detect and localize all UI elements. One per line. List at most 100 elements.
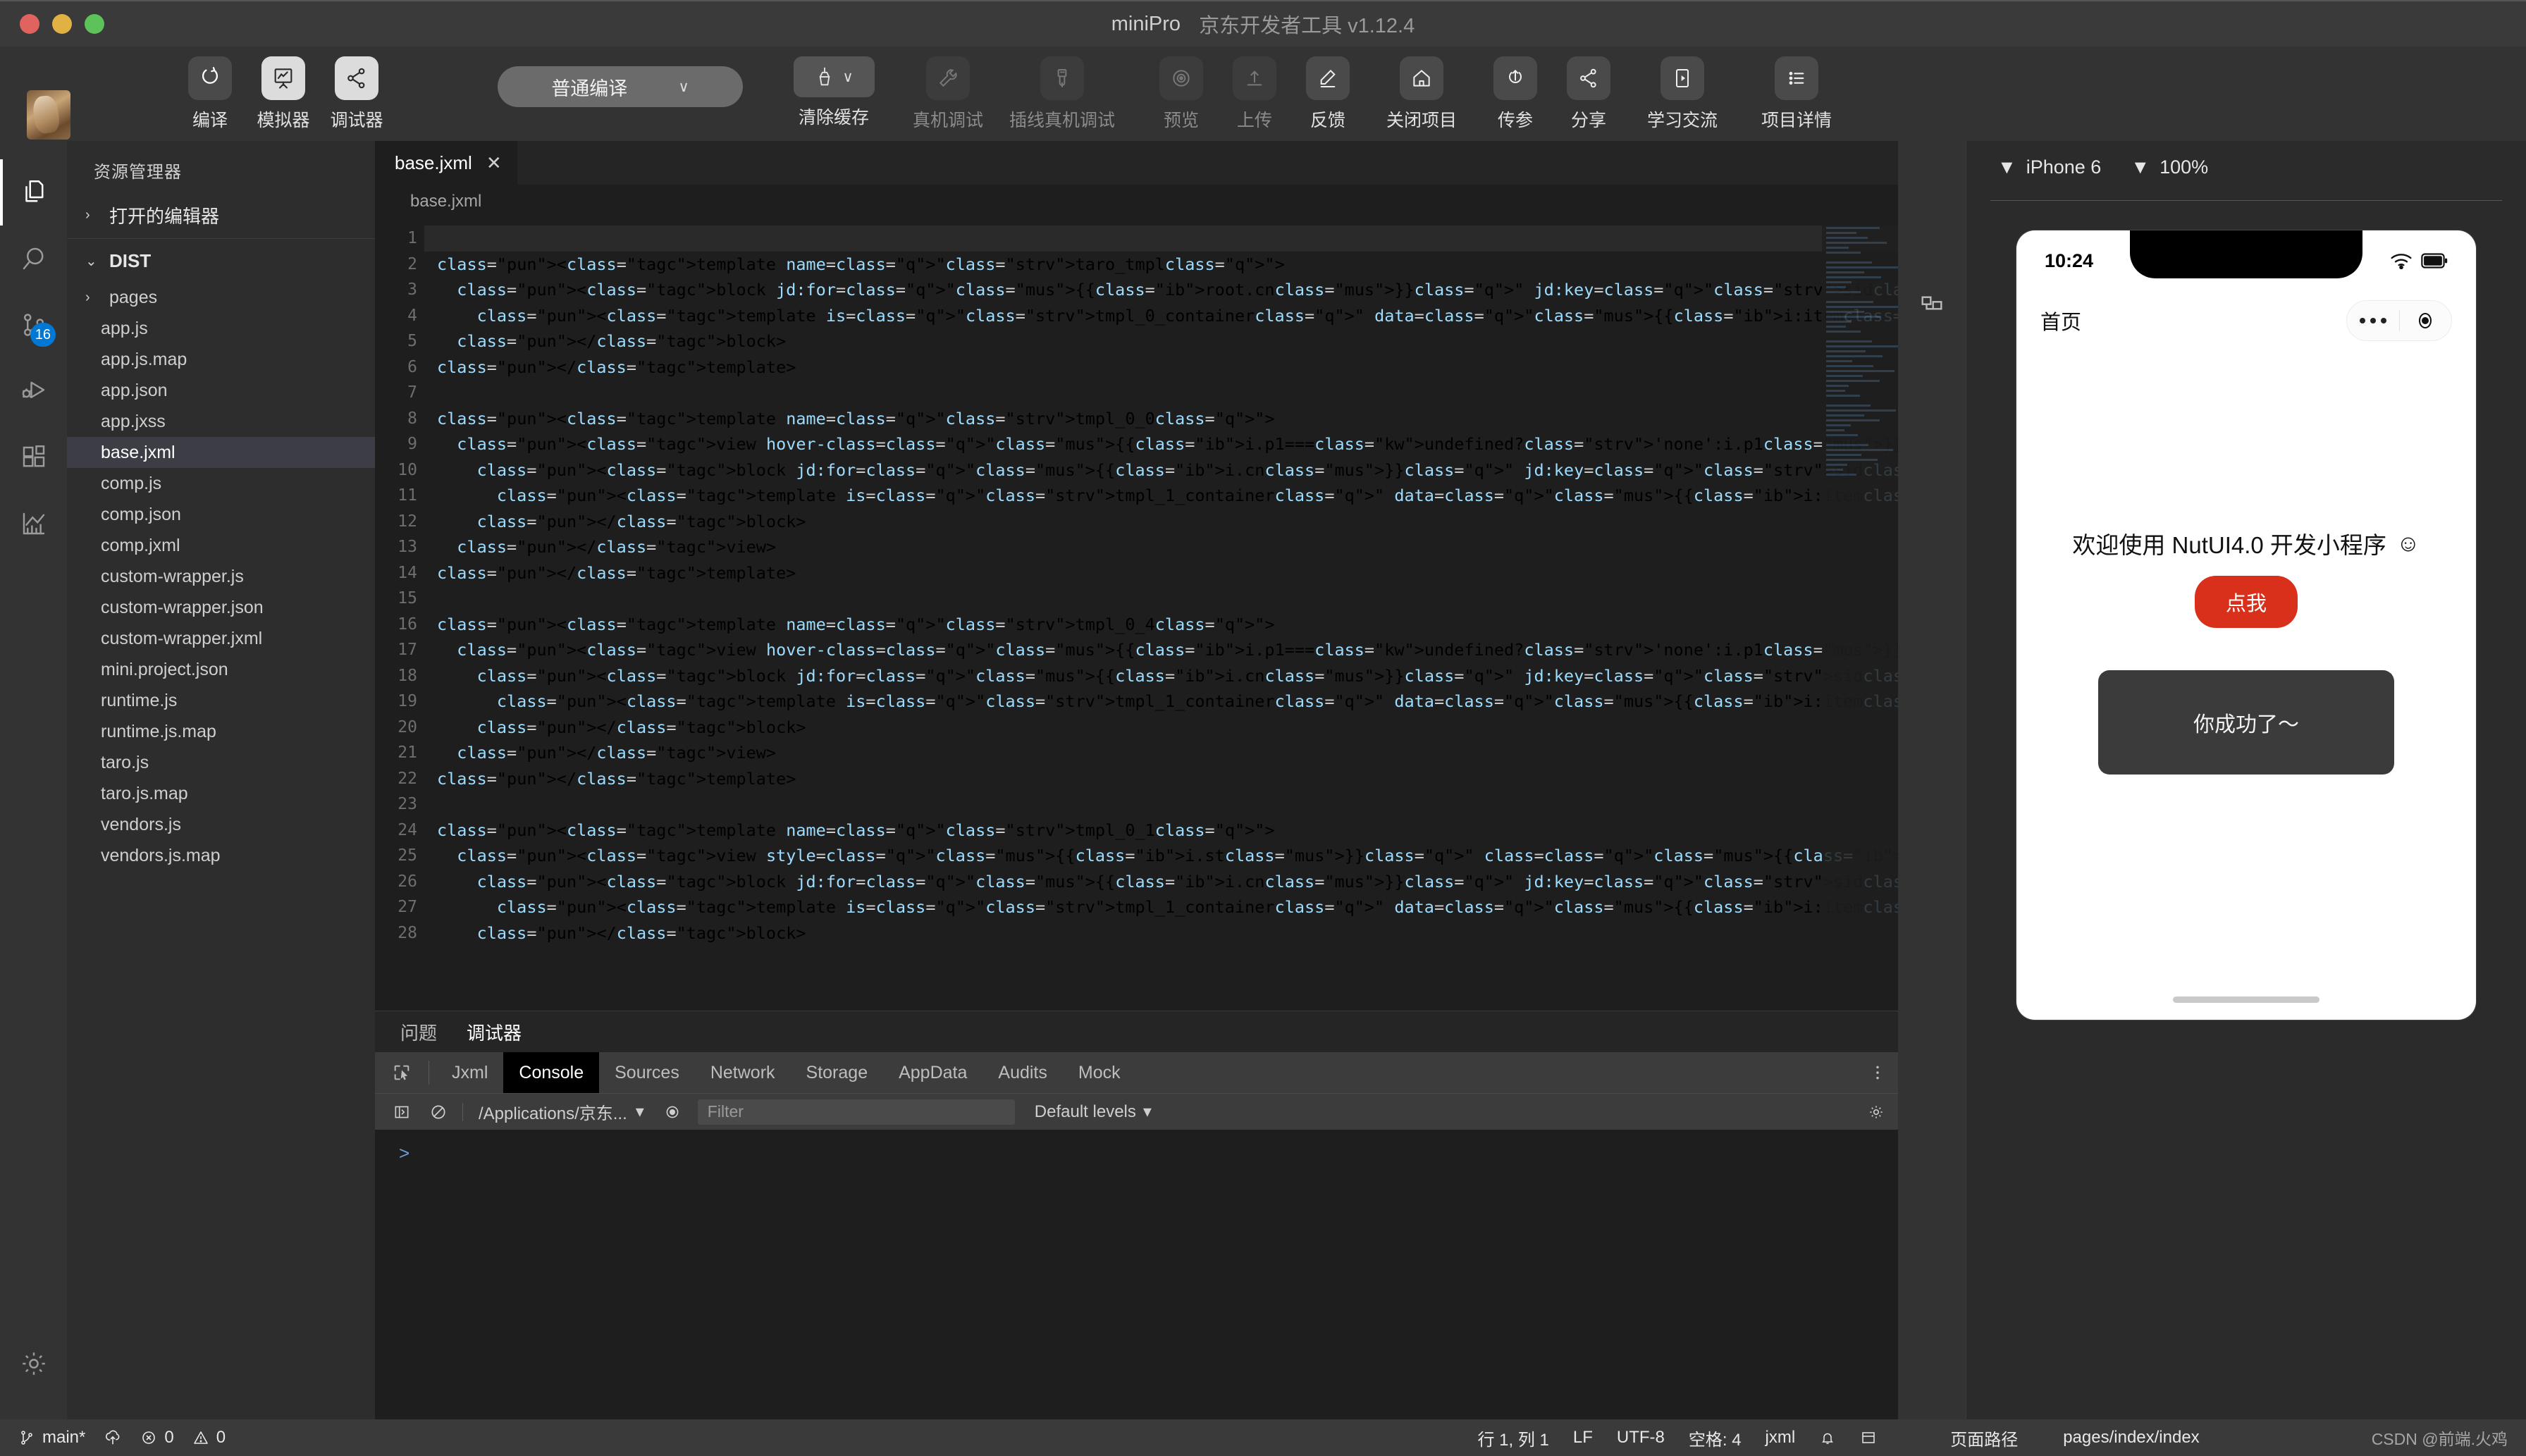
devtools-tab-audits[interactable]: Audits: [982, 1052, 1062, 1093]
code-line[interactable]: class="pun"></class="tagc">view>: [424, 534, 1898, 560]
code-line[interactable]: class="pun"><class="tagc">template is=cl…: [424, 894, 1898, 920]
status-warnings[interactable]: 0: [192, 1428, 226, 1448]
status-page-path[interactable]: pages/index/index: [2063, 1428, 2199, 1448]
code-line[interactable]: class="pun"><class="tagc">block jd:for=c…: [424, 663, 1898, 689]
activity-item-chart[interactable]: [0, 491, 67, 557]
feedback-button[interactable]: 反馈: [1295, 56, 1360, 132]
console-settings-button[interactable]: [1867, 1103, 1898, 1121]
file-tree-item[interactable]: runtime.js: [67, 685, 375, 716]
file-tree-item[interactable]: app.json: [67, 375, 375, 406]
debugger-button[interactable]: 调试器: [324, 56, 389, 132]
devtools-tab-network[interactable]: Network: [695, 1052, 791, 1093]
breadcrumb[interactable]: base.jxml: [375, 185, 1898, 218]
close-icon[interactable]: ✕: [486, 152, 502, 174]
activity-item-source-control[interactable]: 16: [0, 292, 67, 358]
minimize-window-button[interactable]: [52, 14, 72, 34]
clear-cache-button[interactable]: ∨ 清除缓存: [781, 56, 887, 129]
file-tree-item[interactable]: vendors.js.map: [67, 840, 375, 871]
layers-icon[interactable]: [1918, 289, 1946, 317]
activity-item-search[interactable]: [0, 226, 67, 292]
code-line[interactable]: class="pun"><class="tagc">template name=…: [424, 818, 1898, 844]
devtools-tab-console[interactable]: Console: [503, 1052, 600, 1093]
devtools-tab-appdata[interactable]: AppData: [883, 1052, 982, 1093]
devtools-tab-mock[interactable]: Mock: [1063, 1052, 1136, 1093]
code-line[interactable]: class="pun"><class="tagc">template name=…: [424, 252, 1898, 278]
code-line[interactable]: class="pun"><class="tagc">block jd:for=c…: [424, 869, 1898, 895]
devtools-more-button[interactable]: [1868, 1052, 1898, 1093]
learn-button[interactable]: 学习交流: [1629, 56, 1735, 132]
file-tree-item[interactable]: vendors.js: [67, 809, 375, 840]
panel-toggle-icon[interactable]: [383, 1103, 420, 1121]
status-notifications[interactable]: [1819, 1429, 1836, 1446]
code-line[interactable]: class="pun"><class="tagc">template is=cl…: [424, 689, 1898, 715]
status-eol[interactable]: LF: [1573, 1428, 1593, 1448]
target-icon[interactable]: [2400, 310, 2452, 331]
panel-tab-problems[interactable]: 问题: [400, 1019, 437, 1045]
file-tree-folder[interactable]: › pages: [67, 282, 375, 313]
minimap[interactable]: [1822, 218, 1898, 1011]
file-tree-item[interactable]: base.jxml: [67, 437, 375, 468]
code-line[interactable]: class="pun"><class="tagc">block jd:for=c…: [424, 277, 1898, 303]
status-cursor-position[interactable]: 行 1, 列 1: [1477, 1426, 1548, 1450]
avatar[interactable]: [27, 90, 70, 140]
inspect-cursor-icon[interactable]: [382, 1052, 421, 1093]
code-line[interactable]: class="pun"></class="tagc">template>: [424, 560, 1898, 586]
device-select[interactable]: ▼ iPhone 6: [1997, 156, 2101, 178]
clear-console-icon[interactable]: [420, 1103, 457, 1121]
status-branch[interactable]: main*: [18, 1428, 85, 1448]
eye-icon[interactable]: [654, 1103, 691, 1121]
activity-item-run-debug[interactable]: [0, 358, 67, 424]
file-tree-item[interactable]: custom-wrapper.js: [67, 561, 375, 592]
close-window-button[interactable]: [20, 14, 39, 34]
maximize-window-button[interactable]: [85, 14, 104, 34]
status-language[interactable]: jxml: [1766, 1428, 1796, 1448]
window-controls[interactable]: [20, 14, 104, 34]
file-tree-item[interactable]: comp.json: [67, 499, 375, 530]
filter-input[interactable]: Filter: [697, 1099, 1015, 1125]
status-indent[interactable]: 空格: 4: [1689, 1426, 1742, 1450]
code-line[interactable]: class="pun"></class="tagc">block>: [424, 328, 1898, 354]
code-line[interactable]: [424, 380, 1898, 406]
status-layout[interactable]: [1860, 1429, 1877, 1446]
code-editor[interactable]: 1 2 3 4 5 6 7 8 9 10 11 12 13 14 15 16 17 18 19 20 21 22 23 24 2…: [375, 218, 1898, 1011]
log-levels-select[interactable]: Default levels ▾: [1035, 1102, 1152, 1122]
file-tree-item[interactable]: comp.js: [67, 468, 375, 499]
file-tree-item[interactable]: app.jxss: [67, 406, 375, 437]
upload-button[interactable]: 上传: [1222, 56, 1287, 132]
phone-capsule-buttons[interactable]: [2346, 300, 2452, 341]
file-tree-item[interactable]: runtime.js.map: [67, 716, 375, 747]
code-line[interactable]: class="pun"></class="tagc">block>: [424, 715, 1898, 741]
more-dots-icon[interactable]: [2347, 318, 2399, 323]
zoom-select[interactable]: ▼ 100%: [2131, 156, 2208, 178]
code-line[interactable]: class="pun"><class="tagc">block jd:for=c…: [424, 457, 1898, 483]
code-line[interactable]: class="pun"><class="tagc">template is=cl…: [424, 483, 1898, 509]
file-tree-item[interactable]: taro.js: [67, 747, 375, 778]
activity-item-settings[interactable]: [0, 1331, 67, 1397]
code-line[interactable]: [424, 226, 1898, 252]
code-line[interactable]: class="pun"><class="tagc">template is=cl…: [424, 303, 1898, 329]
dist-root-section[interactable]: ⌄ DIST: [67, 239, 375, 282]
usb-device-debug-button[interactable]: 插线真机调试: [1009, 56, 1115, 132]
file-tree-item[interactable]: custom-wrapper.jxml: [67, 623, 375, 654]
project-details-button[interactable]: 项目详情: [1744, 56, 1849, 132]
console-output[interactable]: >: [375, 1130, 1898, 1419]
code-line[interactable]: class="pun"></class="tagc">block>: [424, 509, 1898, 535]
panel-tab-debugger[interactable]: 调试器: [467, 1019, 522, 1045]
status-errors[interactable]: 0: [140, 1428, 174, 1448]
compile-button[interactable]: 编译: [178, 56, 242, 132]
code-line[interactable]: class="pun"><class="tagc">template name=…: [424, 406, 1898, 432]
devtools-tab-storage[interactable]: Storage: [791, 1052, 884, 1093]
code-content[interactable]: class="pun"><class="tagc">template name=…: [424, 218, 1898, 1011]
status-sync[interactable]: [104, 1429, 122, 1447]
file-tree-item[interactable]: custom-wrapper.json: [67, 592, 375, 623]
params-button[interactable]: 传参: [1483, 56, 1548, 132]
share-button[interactable]: 分享: [1556, 56, 1621, 132]
code-line[interactable]: class="pun"></class="tagc">block>: [424, 920, 1898, 946]
code-line[interactable]: [424, 586, 1898, 612]
editor-tab-base-jxml[interactable]: base.jxml ✕: [375, 141, 517, 185]
code-line[interactable]: class="pun"><class="tagc">view style=cla…: [424, 843, 1898, 869]
click-me-button[interactable]: 点我: [2194, 576, 2298, 628]
file-tree-item[interactable]: mini.project.json: [67, 654, 375, 685]
code-line[interactable]: class="pun"></class="tagc">template>: [424, 766, 1898, 792]
device-debug-button[interactable]: 真机调试: [895, 56, 1001, 132]
